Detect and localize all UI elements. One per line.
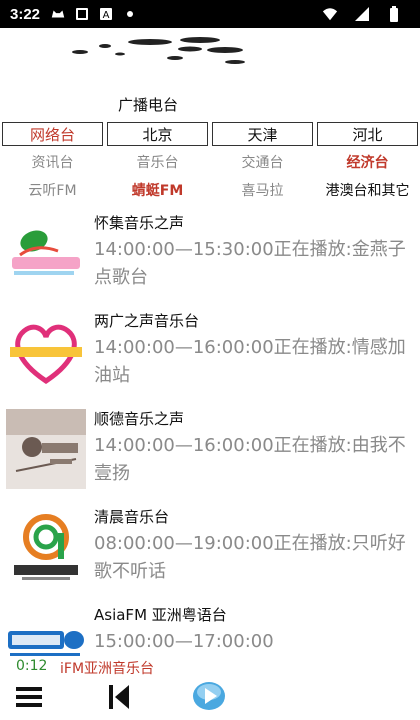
play-icon[interactable] [190, 678, 228, 714]
list-item[interactable]: AsiaFM 亚洲粤语台 15:00:00—17:00:00 [0, 600, 420, 656]
card-icon [74, 6, 90, 22]
cat-icon [50, 6, 66, 22]
now-playing-bar: 0:12 iFM亚洲音乐台 [0, 656, 420, 678]
category-qingting[interactable]: 蜻蜓FM [105, 180, 210, 202]
now-playing-name: iFM亚洲音乐台 [60, 661, 155, 677]
tab-tianjin[interactable]: 天津 [212, 122, 313, 146]
tab-hebei[interactable]: 河北 [317, 122, 418, 146]
app-header: 广播电台 [0, 28, 420, 118]
station-name: AsiaFM 亚洲粤语台 [94, 606, 227, 624]
station-program: 15:00:00—17:00:00 [94, 631, 274, 652]
elapsed-time: 0:12 [16, 658, 48, 674]
tab-beijing[interactable]: 北京 [107, 122, 208, 146]
list-item[interactable]: 清晨音乐台 08:00:00—19:00:00正在播放:只听好歌不听话 [0, 502, 420, 600]
category-traffic[interactable]: 交通台 [210, 152, 315, 174]
station-program: 14:00:00—16:00:00正在播放:情感加油站 [94, 337, 406, 386]
svg-text:A: A [103, 10, 110, 21]
category-row-1: 资讯台 音乐台 交通台 经济台 [0, 152, 420, 174]
battery-icon [386, 6, 402, 22]
station-program: 14:00:00—15:30:00正在播放:金燕子点歌台 [94, 239, 406, 288]
dot-icon [122, 6, 138, 22]
category-news[interactable]: 资讯台 [0, 152, 105, 174]
station-name: 清晨音乐台 [94, 508, 170, 526]
page-title: 广播电台 [118, 96, 179, 114]
station-name: 两广之声音乐台 [94, 312, 200, 330]
huaiji-logo [6, 213, 86, 293]
a-icon: A [98, 6, 114, 22]
wifi-icon [322, 6, 338, 22]
category-ximalaya[interactable]: 喜马拉 [210, 180, 315, 202]
list-item[interactable]: 怀集音乐之声 14:00:00—15:30:00正在播放:金燕子点歌台 [0, 208, 420, 306]
category-row-2: 云听FM 蜻蜓FM 喜马拉 港澳台和其它 [0, 180, 420, 202]
shunde-logo [6, 409, 86, 489]
asiafm-logo [6, 605, 86, 656]
station-program: 08:00:00—19:00:00正在播放:只听好歌不听话 [94, 533, 406, 582]
header-decoration-icon [72, 37, 245, 64]
station-program: 14:00:00—16:00:00正在播放:由我不壹扬 [94, 435, 406, 484]
status-time: 3:22 [10, 5, 41, 23]
qingchen-logo [6, 507, 86, 587]
station-name: 怀集音乐之声 [94, 214, 185, 232]
list-item[interactable]: 顺德音乐之声 14:00:00—16:00:00正在播放:由我不壹扬 [0, 404, 420, 502]
list-item[interactable]: 两广之声音乐台 14:00:00—16:00:00正在播放:情感加油站 [0, 306, 420, 404]
station-name: 顺德音乐之声 [94, 410, 185, 428]
player-controls [0, 678, 420, 720]
category-economy[interactable]: 经济台 [315, 152, 420, 174]
tab-network[interactable]: 网络台 [2, 122, 103, 146]
category-music[interactable]: 音乐台 [105, 152, 210, 174]
menu-icon[interactable] [14, 682, 44, 712]
station-list: 怀集音乐之声 14:00:00—15:30:00正在播放:金燕子点歌台 两广之声… [0, 208, 420, 656]
category-yunting[interactable]: 云听FM [0, 180, 105, 202]
region-tabs: 网络台 北京 天津 河北 [2, 122, 418, 146]
signal-icon [354, 6, 370, 22]
status-bar: 3:22 A [0, 0, 420, 28]
previous-icon[interactable] [104, 682, 134, 712]
category-hk-macau-taiwan[interactable]: 港澳台和其它 [315, 180, 420, 202]
lianguang-logo [6, 311, 86, 391]
